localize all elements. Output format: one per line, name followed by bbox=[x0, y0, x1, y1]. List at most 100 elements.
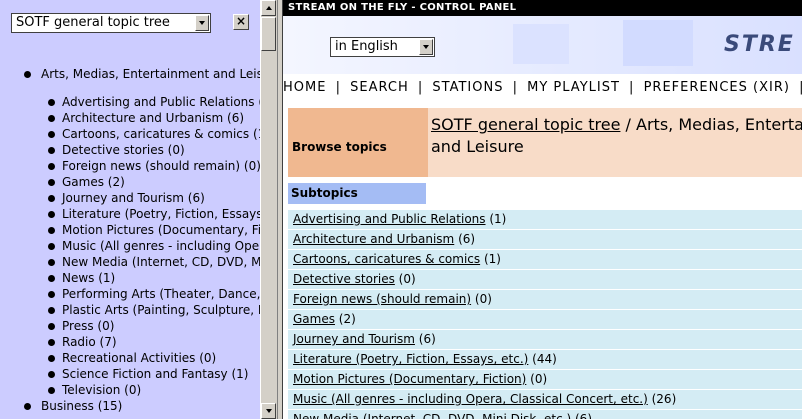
subtopic-link[interactable]: Games bbox=[293, 312, 335, 326]
tree-item[interactable]: Recreational Activities (0) bbox=[62, 350, 216, 366]
bullet-icon bbox=[48, 211, 55, 218]
topic-tree-select[interactable]: SOTF general topic tree bbox=[11, 13, 211, 33]
nav-separator: | bbox=[629, 80, 635, 95]
tree-item[interactable]: News (1) bbox=[62, 270, 115, 286]
tree-item[interactable]: Radio (7) bbox=[62, 334, 117, 350]
breadcrumb-root-link[interactable]: SOTF general topic tree bbox=[431, 115, 620, 134]
subtopic-count: (2) bbox=[334, 312, 356, 326]
subtopic-link[interactable]: Motion Pictures (Documentary, Fiction) bbox=[293, 372, 526, 386]
nav-stations[interactable]: STATIONS bbox=[432, 80, 503, 95]
subtopic-link[interactable]: New Media (Internet, CD, DVD, Mini Disk,… bbox=[293, 412, 571, 419]
bullet-icon bbox=[48, 195, 55, 202]
subtopic-row: Motion Pictures (Documentary, Fiction) (… bbox=[288, 370, 802, 389]
topic-tree-panel: SOTF general topic tree × Arts, Medias, … bbox=[0, 0, 260, 419]
tree-item[interactable]: Advertising and Public Relations (1) bbox=[62, 94, 260, 110]
nav-home[interactable]: HOME bbox=[283, 80, 326, 95]
nav-preferences[interactable]: PREFERENCES (XIR) bbox=[644, 80, 790, 95]
bullet-icon bbox=[48, 339, 55, 346]
subtopic-row: Advertising and Public Relations (1) bbox=[288, 210, 802, 229]
window-title: STREAM ON THE FLY - CONTROL PANEL bbox=[283, 0, 802, 16]
tree-item[interactable]: Foreign news (should remain) (0) bbox=[62, 158, 260, 174]
bullet-icon bbox=[48, 179, 55, 186]
subtopic-link[interactable]: Advertising and Public Relations bbox=[293, 212, 486, 226]
tree-item[interactable]: Science Fiction and Fantasy (1) bbox=[62, 366, 248, 382]
tree-item[interactable]: Literature (Poetry, Fiction, Essays, e bbox=[62, 206, 260, 222]
subtopic-link[interactable]: Cartoons, caricatures & comics bbox=[293, 252, 480, 266]
subtopic-row: New Media (Internet, CD, DVD, Mini Disk,… bbox=[288, 410, 802, 419]
subtopic-row: Journey and Tourism (6) bbox=[288, 330, 802, 349]
subtopic-count: (0) bbox=[471, 292, 492, 306]
nav-separator: | bbox=[335, 80, 341, 95]
close-button[interactable]: × bbox=[233, 14, 249, 30]
subtopic-count: (26) bbox=[647, 392, 677, 406]
language-select[interactable]: in English bbox=[330, 37, 435, 57]
header-banner: in English STRE bbox=[283, 16, 802, 74]
subtopic-row: Games (2) bbox=[288, 310, 802, 329]
chevron-down-icon[interactable] bbox=[419, 39, 433, 55]
tree-item[interactable]: Games (2) bbox=[62, 174, 125, 190]
nav-search[interactable]: SEARCH bbox=[350, 80, 409, 95]
breadcrumb: SOTF general topic tree / Arts, Medias, … bbox=[428, 108, 802, 177]
browse-topics-label: Browse topics bbox=[288, 108, 428, 177]
subtopic-link[interactable]: Architecture and Urbanism bbox=[293, 232, 454, 246]
subtopic-count: (1) bbox=[480, 252, 501, 266]
subtopic-row: Music (All genres - including Opera, Cla… bbox=[288, 390, 802, 409]
subtopic-link[interactable]: Music (All genres - including Opera, Cla… bbox=[293, 392, 648, 406]
tree-item[interactable]: Detective stories (0) bbox=[62, 142, 185, 158]
tree-item[interactable]: Arts, Medias, Entertainment and Leisure bbox=[41, 66, 260, 82]
bullet-icon bbox=[48, 259, 55, 266]
tree-item[interactable]: Business (15) bbox=[41, 398, 122, 414]
scroll-down-button[interactable] bbox=[261, 403, 276, 419]
tree-item[interactable]: Cartoons, caricatures & comics (1) bbox=[62, 126, 260, 142]
bullet-icon bbox=[48, 307, 55, 314]
language-select-value: in English bbox=[335, 39, 398, 54]
tree-item[interactable]: New Media (Internet, CD, DVD, Mini bbox=[62, 254, 260, 270]
bullet-icon bbox=[48, 323, 55, 330]
logo: STRE bbox=[724, 32, 795, 57]
tree-item[interactable]: Press (0) bbox=[62, 318, 114, 334]
tree-item[interactable]: Performing Arts (Theater, Dance, Cir bbox=[62, 286, 260, 302]
bullet-icon bbox=[48, 355, 55, 362]
subtopic-count: (0) bbox=[394, 272, 416, 286]
bullet-icon bbox=[48, 99, 55, 106]
tree-item[interactable]: Music (All genres - including Opera, C bbox=[62, 238, 260, 254]
subtopic-link[interactable]: Literature (Poetry, Fiction, Essays, etc… bbox=[293, 352, 528, 366]
bullet-icon bbox=[48, 387, 55, 394]
scroll-thumb[interactable] bbox=[261, 17, 276, 51]
scroll-up-button[interactable] bbox=[261, 0, 276, 16]
breadcrumb-separator: / bbox=[620, 115, 637, 134]
chevron-down-icon[interactable] bbox=[195, 15, 209, 31]
bullet-icon bbox=[48, 115, 55, 122]
topic-tree-select-value: SOTF general topic tree bbox=[16, 15, 170, 30]
subtopic-row: Detective stories (0) bbox=[288, 270, 802, 289]
subtopic-count: (6) bbox=[414, 332, 436, 346]
nav-separator: | bbox=[512, 80, 518, 95]
subtopic-count: (0) bbox=[526, 372, 548, 386]
subtopics-heading: Subtopics bbox=[288, 183, 426, 204]
nav-my-playlist[interactable]: MY PLAYLIST bbox=[527, 80, 620, 95]
subtopic-row: Cartoons, caricatures & comics (1) bbox=[288, 250, 802, 269]
breadcrumb-current: Arts, Medias, Entertainment bbox=[636, 115, 802, 134]
subtopic-count: (44) bbox=[528, 352, 557, 366]
tree-item[interactable]: Journey and Tourism (6) bbox=[62, 190, 205, 206]
bullet-icon bbox=[48, 227, 55, 234]
bullet-icon bbox=[24, 403, 31, 410]
tree-scrollbar[interactable] bbox=[260, 0, 277, 419]
subtopic-link[interactable]: Detective stories bbox=[293, 272, 395, 286]
control-panel: STREAM ON THE FLY - CONTROL PANEL in Eng… bbox=[283, 0, 802, 419]
subtopic-row: Literature (Poetry, Fiction, Essays, etc… bbox=[288, 350, 802, 369]
tree-item[interactable]: Plastic Arts (Painting, Sculpture, Pho bbox=[62, 302, 260, 318]
tree-item[interactable]: Motion Pictures (Documentary, Fictio bbox=[62, 222, 260, 238]
subtopic-link[interactable]: Journey and Tourism bbox=[293, 332, 415, 346]
main-nav: HOME | SEARCH | STATIONS | MY PLAYLIST |… bbox=[283, 78, 802, 98]
tree-item[interactable]: Architecture and Urbanism (6) bbox=[62, 110, 244, 126]
subtopic-count: (6) bbox=[454, 232, 476, 246]
nav-separator: | bbox=[417, 80, 424, 95]
bullet-icon bbox=[48, 147, 55, 154]
bullet-icon bbox=[24, 71, 31, 78]
subtopic-count: (1) bbox=[485, 212, 507, 226]
subtopic-link[interactable]: Foreign news (should remain) bbox=[293, 292, 471, 306]
tree-item[interactable]: Television (0) bbox=[62, 382, 141, 398]
bullet-icon bbox=[48, 131, 55, 138]
bullet-icon bbox=[48, 243, 55, 250]
